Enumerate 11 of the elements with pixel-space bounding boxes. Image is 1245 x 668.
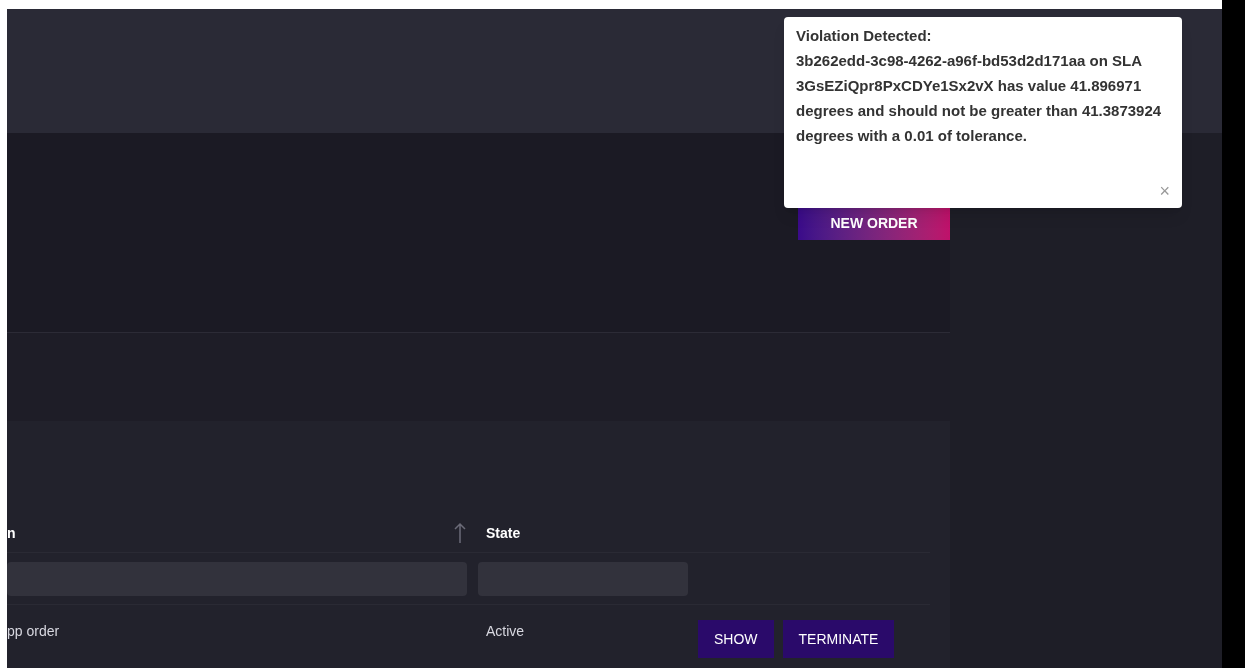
table-cell: Active bbox=[486, 623, 525, 639]
terminate-button[interactable]: TERMINATE bbox=[782, 620, 895, 658]
toast-message: 3b262edd-3c98-4262-a96f-bd53d2d171aa on SLA 3GsEZiQpr8PxCDYe1Sx2vX has value 41.896971 degrees and should not be greater than 41.3873924 degrees with a 0.01 of tolerance. bbox=[796, 51, 1163, 146]
table-cell: pp order bbox=[7, 623, 60, 639]
show-button[interactable]: SHOW bbox=[698, 620, 774, 658]
column-header[interactable]: State bbox=[486, 522, 521, 543]
sort-arrow-icon[interactable] bbox=[454, 521, 466, 544]
filter-field[interactable] bbox=[7, 561, 467, 596]
new-order-button[interactable]: NEW ORDER bbox=[798, 206, 950, 240]
column-header[interactable]: n bbox=[7, 522, 16, 543]
toast-title: Violation Detected: bbox=[796, 26, 933, 46]
